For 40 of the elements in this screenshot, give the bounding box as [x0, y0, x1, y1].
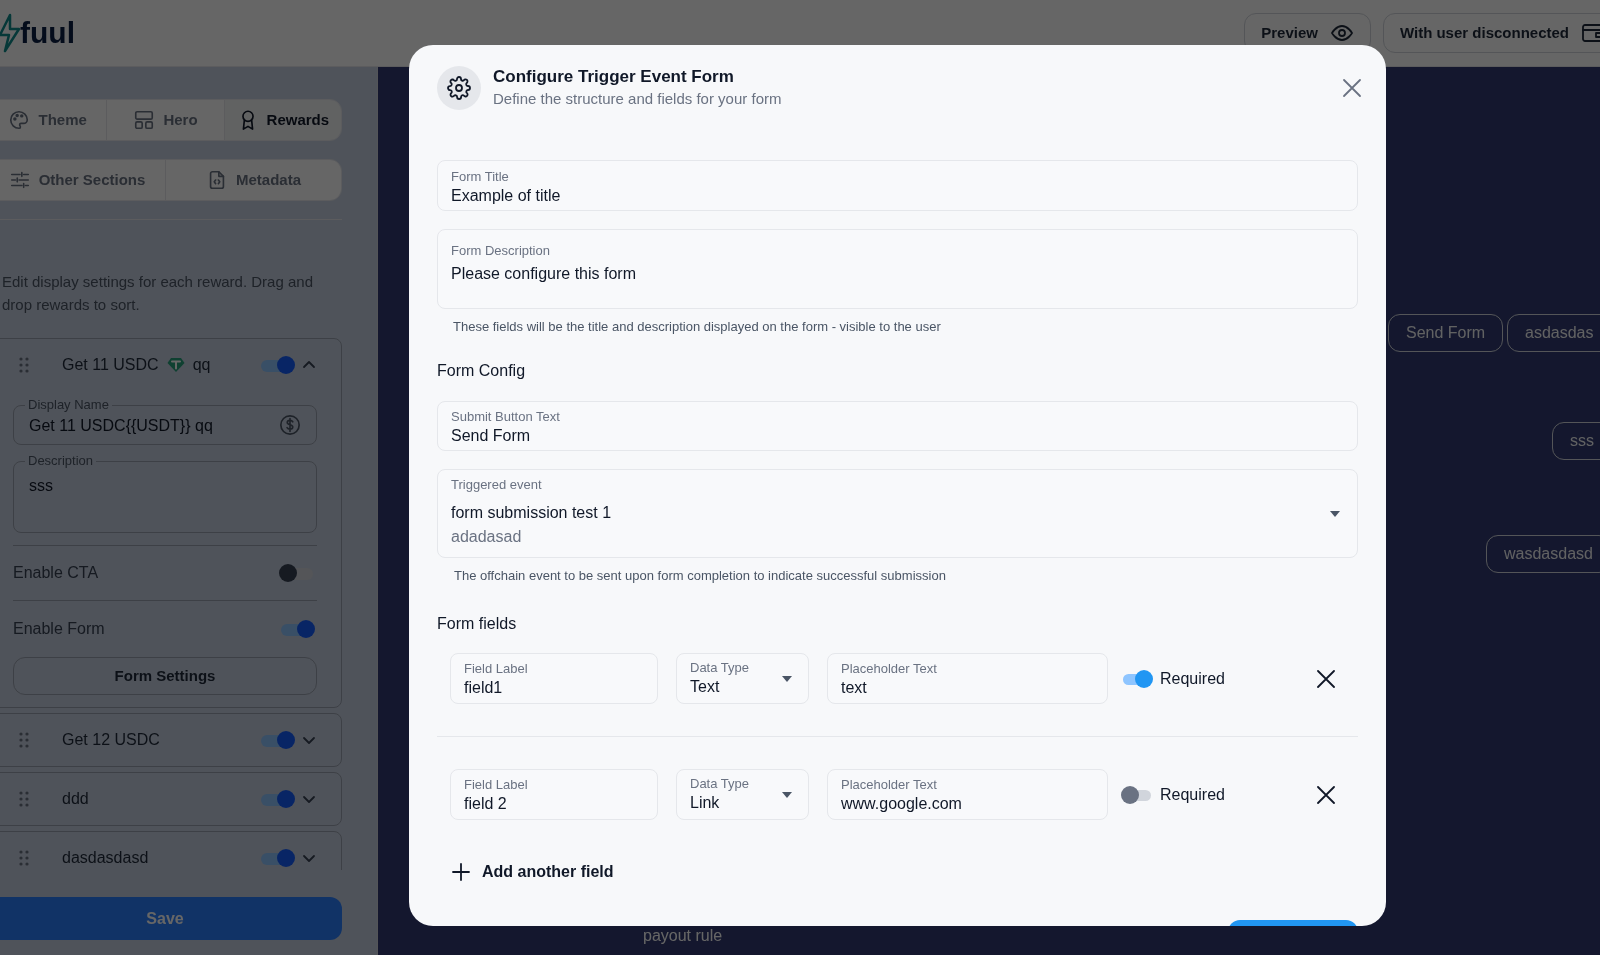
tab[interactable]: Hero — [106, 100, 224, 140]
modal-subtitle: Define the structure and fields for your form — [493, 89, 783, 109]
helper-text: The offchain event to be sent upon form completion to indicate successful submission — [453, 566, 947, 585]
view-mode-button[interactable]: With user disconnected — [1382, 13, 1600, 53]
triggered-event-select[interactable]: Triggered event form submission test 1 adadasad — [437, 468, 1358, 558]
form-settings-button[interactable]: Form Settings — [13, 657, 317, 695]
modal-title: Configure Trigger Event Form — [493, 66, 735, 88]
chip-button[interactable]: wasdasdasd — [1486, 535, 1600, 573]
data-type-select[interactable]: Data Type Text — [676, 653, 809, 704]
reward-title: Get 11 USDC — [62, 355, 159, 375]
logo-text: fuul — [20, 18, 75, 48]
reward-title: Get 12 USDC — [62, 730, 160, 750]
caption-text: payout rule — [643, 926, 723, 946]
reward-title: ddd — [62, 789, 89, 809]
field-label-input[interactable]: Field Label field 2 — [450, 769, 658, 820]
required-label: Required — [1160, 668, 1225, 689]
chip-button[interactable]: asdasdas — [1507, 314, 1600, 352]
tab[interactable]: Other Sections — [0, 160, 165, 200]
toggle-label: Enable Form — [13, 619, 105, 639]
placeholder-text-input[interactable]: Placeholder Text www.google.com — [827, 769, 1108, 820]
required-label: Required — [1160, 784, 1225, 805]
reward-title: dasdasdasd — [62, 848, 149, 868]
tab[interactable]: Rewards — [223, 100, 341, 140]
toggle-label: Enable CTA — [13, 563, 99, 583]
section-heading: Form fields — [437, 614, 518, 634]
section-heading: Form Config — [437, 360, 527, 381]
helper-text: These fields will be the title and description displayed on the form - visible to the user — [452, 318, 942, 336]
data-type-select[interactable]: Data Type Link — [676, 769, 809, 820]
chip-button[interactable]: Send Form — [1388, 314, 1504, 352]
reward-title-suffix: qq — [192, 355, 211, 375]
form-description-field[interactable]: Form Description Please configure this form — [437, 229, 1358, 309]
add-field-button[interactable]: Add another field — [452, 860, 614, 884]
form-title-field[interactable]: Form Title Example of title — [437, 160, 1358, 211]
chip-button[interactable]: sss — [1552, 422, 1600, 460]
tab[interactable]: Metadata — [165, 160, 341, 200]
save-button[interactable]: Save — [0, 897, 342, 940]
tab[interactable]: Theme — [0, 100, 107, 140]
placeholder-text-input[interactable]: Placeholder Text text — [827, 653, 1108, 704]
submit-text-field[interactable]: Submit Button Text Send Form — [437, 400, 1358, 451]
field-label-input[interactable]: Field Label field1 — [450, 653, 658, 704]
